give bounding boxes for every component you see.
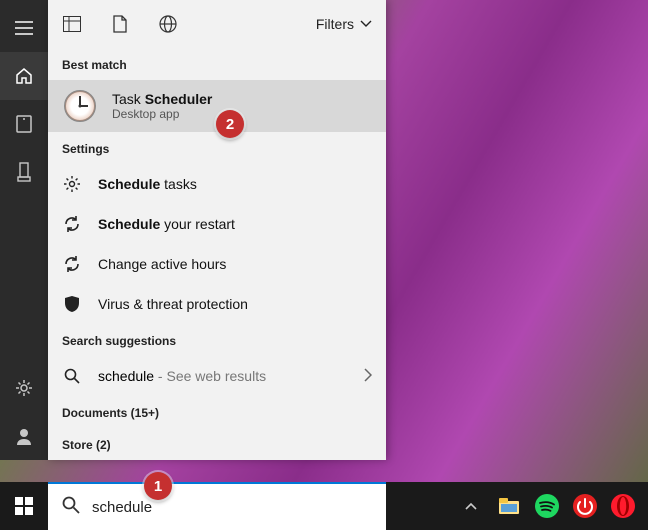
- search-box[interactable]: [48, 482, 386, 530]
- start-rail: [0, 0, 48, 460]
- tray-overflow-icon[interactable]: [454, 489, 488, 523]
- web-scope-icon[interactable]: [158, 14, 178, 34]
- list-item-label: Change active hours: [98, 256, 226, 272]
- file-explorer-icon[interactable]: [492, 489, 526, 523]
- settings-icon[interactable]: [0, 364, 48, 412]
- sync-icon: [62, 254, 82, 274]
- shield-icon: [62, 294, 82, 314]
- menu-icon[interactable]: [0, 4, 48, 52]
- clock-icon: [62, 88, 98, 124]
- filters-dropdown[interactable]: Filters: [316, 16, 372, 32]
- sync-icon: [62, 214, 82, 234]
- annotation-callout-2: 2: [216, 110, 244, 138]
- chevron-down-icon: [360, 20, 372, 28]
- search-results-panel: Filters Best match Task Scheduler Deskto…: [48, 0, 386, 460]
- search-icon: [62, 496, 80, 519]
- best-match-title: Task Scheduler: [112, 91, 212, 107]
- settings-item-schedule-tasks[interactable]: Schedule tasks: [48, 164, 386, 204]
- best-match-label: Best match: [48, 48, 386, 80]
- list-item-label: Schedule your restart: [98, 216, 235, 232]
- opera-icon[interactable]: [606, 489, 640, 523]
- spotify-icon[interactable]: [530, 489, 564, 523]
- best-match-subtitle: Desktop app: [112, 107, 212, 121]
- search-icon: [62, 366, 82, 386]
- list-item-label: Virus & threat protection: [98, 296, 248, 312]
- store-section-label[interactable]: Store (2): [48, 428, 386, 460]
- windows-logo-icon: [15, 497, 33, 515]
- web-result-schedule[interactable]: schedule - See web results: [48, 356, 386, 396]
- recent-app-icon-1[interactable]: [0, 100, 48, 148]
- apps-scope-icon[interactable]: [62, 14, 82, 34]
- settings-item-virus-protection[interactable]: Virus & threat protection: [48, 284, 386, 324]
- user-icon[interactable]: [0, 412, 48, 460]
- annotation-callout-1: 1: [144, 472, 172, 500]
- settings-section-label: Settings: [48, 132, 386, 164]
- search-input[interactable]: [92, 499, 372, 516]
- documents-scope-icon[interactable]: [110, 14, 130, 34]
- filters-label: Filters: [316, 16, 354, 32]
- start-button[interactable]: [0, 482, 48, 530]
- settings-item-schedule-restart[interactable]: Schedule your restart: [48, 204, 386, 244]
- web-result-label: schedule - See web results: [98, 368, 266, 384]
- chevron-right-icon: [364, 368, 372, 385]
- settings-item-change-active-hours[interactable]: Change active hours: [48, 244, 386, 284]
- documents-section-label[interactable]: Documents (15+): [48, 396, 386, 428]
- list-item-label: Schedule tasks: [98, 176, 197, 192]
- power-icon[interactable]: [568, 489, 602, 523]
- recent-app-icon-2[interactable]: [0, 148, 48, 196]
- home-icon[interactable]: [0, 52, 48, 100]
- gear-icon: [62, 174, 82, 194]
- system-tray: [454, 482, 648, 530]
- search-panel-header: Filters: [48, 0, 386, 48]
- search-suggestions-label: Search suggestions: [48, 324, 386, 356]
